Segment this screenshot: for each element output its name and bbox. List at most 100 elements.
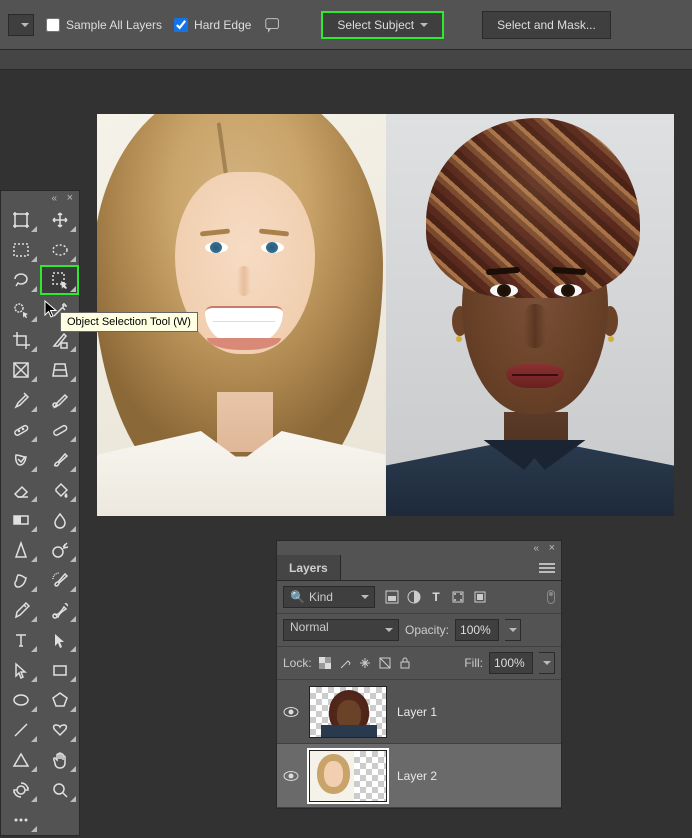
quick-selection-tool[interactable] (1, 295, 40, 325)
panel-menu-icon[interactable] (539, 561, 555, 573)
chevron-down-icon (420, 23, 428, 31)
object-selection-tool[interactable] (40, 265, 79, 295)
zoom-tool[interactable] (40, 775, 79, 805)
frame-tool[interactable] (1, 355, 40, 385)
filter-kind-select[interactable]: 🔍 Kind (283, 586, 375, 608)
tab-layers[interactable]: Layers (277, 555, 341, 580)
visibility-toggle[interactable] (283, 770, 299, 782)
tool-preset-picker[interactable] (8, 14, 34, 36)
ellipse-tool[interactable] (1, 685, 40, 715)
sharpen-tool[interactable] (1, 535, 40, 565)
smudge-tool[interactable] (1, 565, 40, 595)
path-selection-tool[interactable] (40, 625, 79, 655)
search-icon: 🔍 (290, 590, 305, 604)
fill-label: Fill: (464, 656, 483, 670)
layer-name[interactable]: Layer 2 (397, 769, 437, 783)
opacity-label: Opacity: (405, 623, 449, 637)
polygon-tool[interactable] (40, 685, 79, 715)
hard-edge-label: Hard Edge (194, 18, 251, 32)
triangle-tool[interactable] (1, 745, 40, 775)
blend-mode-select[interactable]: Normal (283, 619, 399, 641)
filter-shape-icon[interactable] (451, 590, 465, 604)
edit-toolbar[interactable] (1, 805, 40, 835)
lock-transparency-icon[interactable] (318, 656, 332, 670)
perspective-crop-tool[interactable] (40, 355, 79, 385)
layer-list: Layer 1 Layer 2 (277, 680, 561, 808)
sample-all-layers-label: Sample All Layers (66, 18, 162, 32)
fill-input[interactable]: 100% (489, 652, 533, 674)
paint-bucket-tool[interactable] (40, 475, 79, 505)
feedback-icon[interactable] (263, 15, 283, 35)
sample-all-layers-input[interactable] (46, 18, 60, 32)
layer-thumbnail[interactable] (309, 750, 387, 802)
layer-row[interactable]: Layer 2 (277, 744, 561, 808)
artboard-tool[interactable] (1, 205, 40, 235)
document-tab-bar (0, 50, 692, 70)
rectangle-tool[interactable] (40, 655, 79, 685)
move-tool[interactable] (40, 205, 79, 235)
tooltip: Object Selection Tool (W) (60, 312, 198, 332)
select-subject-label: Select Subject (337, 18, 414, 32)
opacity-caret[interactable] (505, 619, 521, 641)
collapse-icon[interactable]: « (533, 543, 539, 554)
lock-all-icon[interactable] (398, 656, 412, 670)
select-and-mask-label: Select and Mask... (497, 18, 596, 32)
collapse-icon[interactable]: « (51, 193, 57, 204)
gradient-tool[interactable] (1, 505, 40, 535)
layers-panel-tabs: Layers (277, 555, 561, 581)
patch-tool[interactable] (1, 445, 40, 475)
select-and-mask-button[interactable]: Select and Mask... (482, 11, 611, 39)
layers-panel: « × Layers 🔍 Kind T Normal Opacity: 100%… (276, 540, 562, 809)
mixer-brush-tool[interactable] (40, 595, 79, 625)
layer-filter-row: 🔍 Kind T (277, 581, 561, 614)
elliptical-marquee-tool[interactable] (40, 235, 79, 265)
filter-pixel-icon[interactable] (385, 590, 399, 604)
hand-tool[interactable] (40, 745, 79, 775)
healing-brush-tool[interactable] (40, 415, 79, 445)
color-sampler-tool[interactable] (40, 385, 79, 415)
spot-healing-brush-tool[interactable] (1, 415, 40, 445)
layer-row[interactable]: Layer 1 (277, 680, 561, 744)
close-icon[interactable]: × (549, 542, 555, 554)
layers-panel-chrome[interactable]: « × (277, 541, 561, 555)
lock-position-icon[interactable] (358, 656, 372, 670)
filter-adjustment-icon[interactable] (407, 590, 421, 604)
crop-tool[interactable] (1, 325, 40, 355)
history-brush-tool[interactable] (40, 565, 79, 595)
hard-edge-input[interactable] (174, 18, 188, 32)
eyedropper-tool[interactable] (1, 385, 40, 415)
eye-icon (283, 706, 299, 718)
filter-icons: T (385, 590, 487, 604)
lock-pixels-icon[interactable] (338, 656, 352, 670)
sample-all-layers-checkbox[interactable]: Sample All Layers (46, 18, 162, 32)
opacity-input[interactable]: 100% (455, 619, 499, 641)
select-subject-button[interactable]: Select Subject (321, 11, 444, 39)
visibility-toggle[interactable] (283, 706, 299, 718)
direct-selection-tool[interactable] (1, 655, 40, 685)
fill-caret[interactable] (539, 652, 555, 674)
blur-tool[interactable] (40, 505, 79, 535)
dodge-tool[interactable] (40, 535, 79, 565)
opacity-value: 100% (460, 623, 491, 637)
type-tool[interactable] (1, 625, 40, 655)
hard-edge-checkbox[interactable]: Hard Edge (174, 18, 251, 32)
filter-smart-icon[interactable] (473, 590, 487, 604)
filter-kind-label: Kind (309, 590, 333, 604)
filter-type-icon[interactable]: T (429, 590, 443, 604)
custom-shape-tool[interactable] (40, 715, 79, 745)
layer-thumbnail[interactable] (309, 686, 387, 738)
layer-name[interactable]: Layer 1 (397, 705, 437, 719)
pen-tool[interactable] (1, 595, 40, 625)
lock-artboard-icon[interactable] (378, 656, 392, 670)
lock-label: Lock: (283, 656, 312, 670)
eraser-tool[interactable] (1, 475, 40, 505)
blend-mode-row: Normal Opacity: 100% (277, 614, 561, 647)
rectangular-marquee-tool[interactable] (1, 235, 40, 265)
line-tool[interactable] (1, 715, 40, 745)
filter-toggle[interactable] (547, 590, 555, 604)
tools-panel-header[interactable]: « × (1, 191, 79, 205)
brush-tool[interactable] (40, 445, 79, 475)
rotate-view-tool[interactable] (1, 775, 40, 805)
close-icon[interactable]: × (67, 192, 73, 204)
lasso-tool[interactable] (1, 265, 40, 295)
